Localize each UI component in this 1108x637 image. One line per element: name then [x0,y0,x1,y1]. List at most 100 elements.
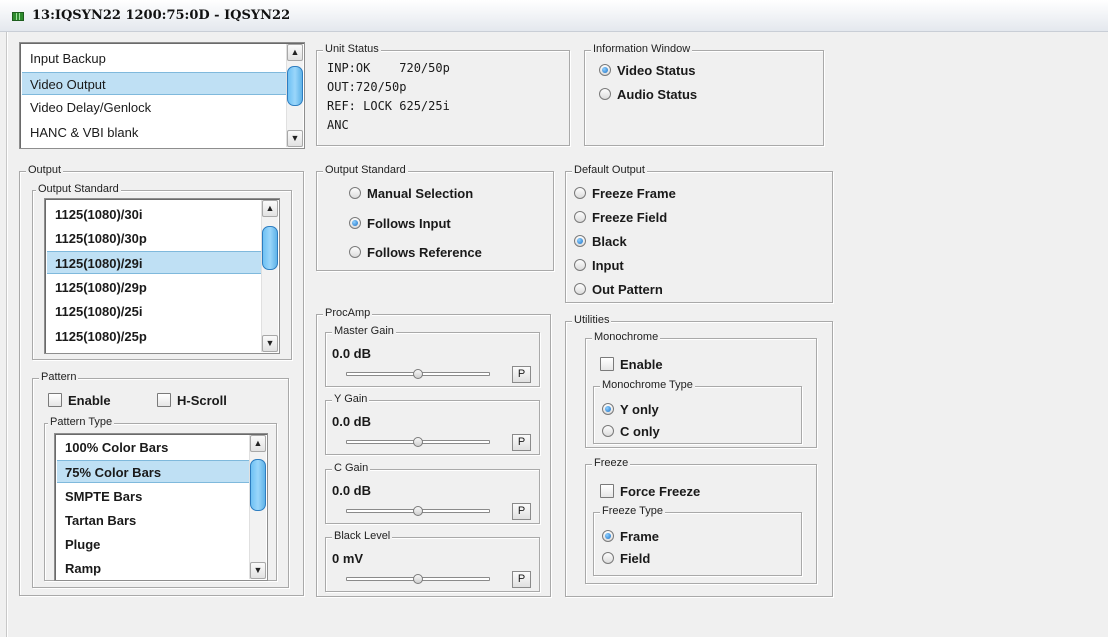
group-title: C Gain [332,462,371,474]
list-item[interactable]: 1125(1080)/25i [47,300,261,323]
title-bar: 13:IQSYN22 1200:75:0D - IQSYN22 [0,0,1108,32]
audio-status-radio[interactable]: Audio Status [599,87,697,102]
radio-on-icon [574,235,586,247]
list-item[interactable]: 75% Color Bars [57,460,249,483]
scroll-thumb[interactable] [287,66,303,106]
list-item[interactable]: Tartan Bars [57,509,249,532]
c-gain-slider-knob[interactable] [413,506,423,516]
checkbox-icon [48,393,62,407]
output-standard-group: Output Standard Manual Selection Follows… [316,164,554,271]
scroll-up-icon[interactable]: ▲ [262,200,278,217]
radio-off-icon [602,552,614,564]
menu-item[interactable]: Video Delay/Genlock [22,96,286,119]
black-level-slider-knob[interactable] [413,574,423,584]
list-item[interactable]: 1125(1080)/25p [47,325,261,348]
checkbox-icon [157,393,171,407]
menu-scrollbar[interactable]: ▲ ▼ [286,44,303,147]
radio-off-icon [574,211,586,223]
group-title: Information Window [591,43,693,55]
group-title: Output Standard [323,164,408,176]
window-title: 13:IQSYN22 1200:75:0D - IQSYN22 [32,8,291,23]
unit-status-group: Unit Status INP:OK 720/50p OUT:720/50p R… [316,43,570,146]
pattern-enable-checkbox[interactable]: Enable [48,393,111,408]
group-title: Pattern [39,371,79,383]
group-title: Master Gain [332,325,396,337]
c-gain-preset-button[interactable]: P [512,503,531,520]
monochrome-enable-checkbox[interactable]: Enable [600,357,663,372]
y-gain-preset-button[interactable]: P [512,434,531,451]
group-title: Default Output [572,164,647,176]
y-only-radio[interactable]: Y only [602,402,659,417]
out-pattern-radio[interactable]: Out Pattern [574,282,663,297]
y-gain-slider-knob[interactable] [413,437,423,447]
menu-item[interactable]: HANC & VBI blank [22,121,286,144]
y-gain-value: 0.0 dB [332,414,372,429]
black-level-group: Black Level 0 mV P [325,530,540,592]
list-item[interactable]: 1125(1080)/29p [47,276,261,299]
freeze-frame-radio[interactable]: Freeze Frame [574,186,676,201]
scroll-thumb[interactable] [250,459,266,511]
list-item[interactable]: 100% Color Bars [57,436,249,459]
master-gain-slider-knob[interactable] [413,369,423,379]
group-title: Unit Status [323,43,381,55]
output-standard-list[interactable]: 1125(1080)/30i 1125(1080)/30p 1125(1080)… [44,198,280,354]
menu-list[interactable]: Input Backup Video Output Video Delay/Ge… [19,42,305,149]
force-freeze-checkbox[interactable]: Force Freeze [600,484,700,499]
freeze-type-group: Freeze Type Frame Field [593,505,802,576]
follows-reference-radio[interactable]: Follows Reference [349,245,482,260]
status-line: INP:OK 720/50p [327,61,450,75]
list-item[interactable]: SMPTE Bars [57,485,249,508]
group-title: Pattern Type [48,416,115,428]
list-item[interactable]: 1125(1080)/30p [47,227,261,250]
hscroll-checkbox[interactable]: H-Scroll [157,393,227,408]
pattern-type-list[interactable]: 100% Color Bars 75% Color Bars SMPTE Bar… [54,433,268,581]
group-title: Output Standard [36,183,121,195]
checkbox-icon [600,357,614,371]
list-item[interactable]: Ramp [57,557,249,580]
radio-on-icon [599,64,611,76]
status-line: ANC [327,118,349,132]
black-radio[interactable]: Black [574,234,627,249]
status-line: REF: LOCK 625/25i [327,99,450,113]
monochrome-type-group: Monochrome Type Y only C only [593,379,802,444]
black-level-value: 0 mV [332,551,364,566]
field-radio[interactable]: Field [602,551,650,566]
list-item[interactable]: Pluge [57,533,249,556]
group-title: Freeze [592,457,631,469]
radio-on-icon [602,403,614,415]
scroll-down-icon[interactable]: ▼ [287,130,303,147]
scroll-up-icon[interactable]: ▲ [250,435,266,452]
frame-radio[interactable]: Frame [602,529,659,544]
radio-off-icon [574,259,586,271]
group-title: Black Level [332,530,393,542]
input-radio[interactable]: Input [574,258,624,273]
c-gain-group: C Gain 0.0 dB P [325,462,540,524]
list-item[interactable]: 1125(1080)/29i [47,251,261,274]
menu-item[interactable]: Input Backup [22,47,286,70]
pattern-type-scrollbar[interactable]: ▲ ▼ [249,435,266,579]
black-level-preset-button[interactable]: P [512,571,531,588]
manual-selection-radio[interactable]: Manual Selection [349,186,473,201]
freeze-field-radio[interactable]: Freeze Field [574,210,667,225]
output-standard-scrollbar[interactable]: ▲ ▼ [261,200,278,352]
list-item[interactable]: 1125(1080)/30i [47,203,261,226]
info-window-group: Information Window Video Status Audio St… [584,43,824,146]
menu-item[interactable]: Video Output [22,72,286,95]
scroll-down-icon[interactable]: ▼ [250,562,266,579]
scroll-up-icon[interactable]: ▲ [287,44,303,61]
master-gain-value: 0.0 dB [332,346,372,361]
master-gain-preset-button[interactable]: P [512,366,531,383]
scroll-down-icon[interactable]: ▼ [262,335,278,352]
c-only-radio[interactable]: C only [602,424,660,439]
master-gain-group: Master Gain 0.0 dB P [325,325,540,387]
group-title: Freeze Type [600,505,665,517]
video-status-radio[interactable]: Video Status [599,63,696,78]
scroll-thumb[interactable] [262,226,278,270]
radio-off-icon [574,187,586,199]
radio-off-icon [349,246,361,258]
status-line: OUT:720/50p [327,80,407,94]
radio-off-icon [349,187,361,199]
follows-input-radio[interactable]: Follows Input [349,216,451,231]
radio-on-icon [349,217,361,229]
menu-item-label: Video Delay/Genlock [30,100,152,115]
